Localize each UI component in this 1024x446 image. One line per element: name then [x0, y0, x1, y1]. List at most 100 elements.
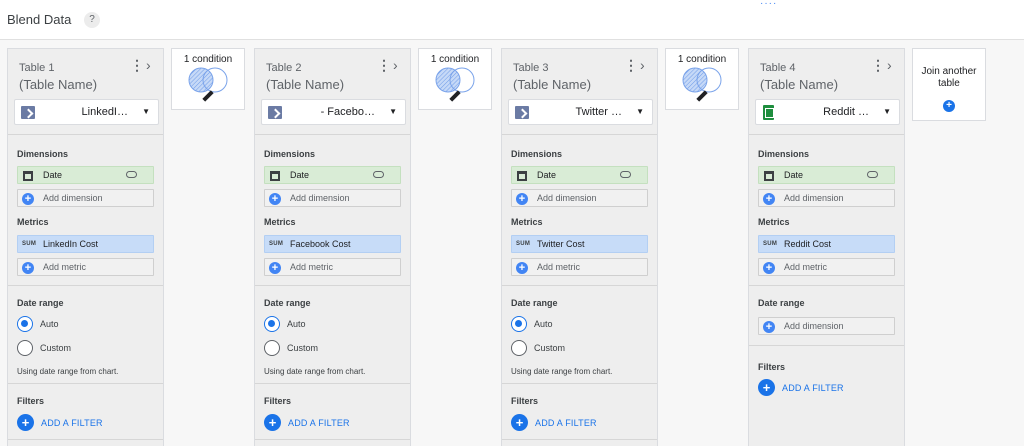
data-source-label: - Facebo… [320, 106, 375, 118]
table-title[interactable]: Table 4 [760, 61, 795, 75]
metric-chip[interactable]: SUM LinkedIn Cost [17, 235, 154, 253]
venn-diagram-icon [435, 67, 475, 93]
link-icon[interactable] [373, 171, 384, 178]
chevron-right-icon[interactable]: › [146, 57, 151, 73]
metric-chip[interactable]: SUM Facebook Cost [264, 235, 401, 253]
chevron-right-icon[interactable]: › [887, 57, 892, 73]
page-title: Blend Data [7, 12, 72, 27]
add-filter-button[interactable]: ADD A FILTER [288, 418, 350, 428]
add-filter-icon[interactable]: + [17, 414, 34, 431]
data-source-select[interactable]: Twitter … ▼ [508, 99, 653, 125]
link-icon[interactable] [620, 171, 631, 178]
filters-label: Filters [758, 362, 786, 372]
divider [255, 439, 410, 440]
join-another-table-button[interactable]: Join another table + [912, 48, 986, 121]
dimension-chip-date[interactable]: Date [17, 166, 154, 184]
add-metric-label: Add metric [537, 262, 581, 272]
radio-custom-label: Custom [287, 343, 319, 353]
chevron-right-icon[interactable]: › [640, 57, 645, 73]
join-condition-3[interactable]: 1 condition [665, 48, 739, 110]
dimension-chip-date[interactable]: Date [264, 166, 401, 184]
table-title[interactable]: Table 3 [513, 61, 548, 75]
data-source-select[interactable]: - Facebo… ▼ [261, 99, 406, 125]
dimension-chip-date[interactable]: Date [511, 166, 648, 184]
add-filter-icon[interactable]: + [264, 414, 281, 431]
radio-custom-label: Custom [534, 343, 566, 353]
add-dimension-button[interactable]: + Add dimension [511, 189, 648, 207]
radio-auto[interactable] [511, 316, 527, 332]
radio-custom[interactable] [264, 340, 280, 356]
data-source-select[interactable]: LinkedI… ▼ [14, 99, 159, 125]
data-source-label: Twitter … [575, 106, 622, 118]
add-dimension-button[interactable]: + Add dimension [758, 189, 895, 207]
more-vert-icon[interactable]: ⋮ [130, 58, 144, 72]
data-source-label: LinkedI… [81, 106, 128, 118]
table-panel-2: Table 2 (Table Name) ⋮ › - Facebo… ▼ Dim… [254, 48, 411, 446]
divider [502, 285, 657, 286]
table-name[interactable]: (Table Name) [19, 77, 97, 92]
table-title[interactable]: Table 1 [19, 61, 54, 75]
help-icon[interactable]: ? [84, 12, 100, 28]
radio-auto[interactable] [17, 316, 33, 332]
metrics-label: Metrics [511, 217, 543, 227]
radio-auto-label: Auto [534, 319, 553, 329]
add-filter-icon[interactable]: + [511, 414, 528, 431]
dimension-label: Date [537, 170, 557, 180]
add-filter-button[interactable]: ADD A FILTER [41, 418, 103, 428]
link-icon[interactable] [867, 171, 878, 178]
add-dimension-label: Add dimension [784, 321, 844, 331]
plus-icon: + [763, 193, 775, 205]
chevron-right-icon[interactable]: › [393, 57, 398, 73]
add-filter-button[interactable]: ADD A FILTER [782, 383, 844, 393]
table-name[interactable]: (Table Name) [760, 77, 838, 92]
join-condition-2[interactable]: 1 condition [418, 48, 492, 110]
add-date-range-dimension-button[interactable]: + Add dimension [758, 317, 895, 335]
add-metric-label: Add metric [290, 262, 334, 272]
table-panel-4: Table 4 (Table Name) ⋮ › Reddit … ▼ Dime… [748, 48, 905, 446]
metric-chip[interactable]: SUM Twitter Cost [511, 235, 648, 253]
dimensions-label: Dimensions [758, 149, 810, 159]
add-dimension-label: Add dimension [290, 193, 350, 203]
dimension-chip-date[interactable]: Date [758, 166, 895, 184]
more-vert-icon[interactable]: ⋮ [624, 58, 638, 72]
caret-down-icon: ▼ [389, 107, 397, 116]
metric-chip[interactable]: SUM Reddit Cost [758, 235, 895, 253]
radio-auto[interactable] [264, 316, 280, 332]
add-dimension-button[interactable]: + Add dimension [17, 189, 154, 207]
more-vert-icon[interactable]: ⋮ [871, 58, 885, 72]
dimension-label: Date [43, 170, 63, 180]
plus-icon: + [22, 262, 34, 274]
date-range-label: Date range [264, 298, 311, 308]
plus-icon[interactable]: + [943, 100, 955, 112]
date-range-label: Date range [511, 298, 558, 308]
more-vert-icon[interactable]: ⋮ [377, 58, 391, 72]
divider [749, 345, 904, 346]
dimensions-label: Dimensions [511, 149, 563, 159]
add-filter-icon[interactable]: + [758, 379, 775, 396]
add-metric-button[interactable]: + Add metric [264, 258, 401, 276]
add-metric-button[interactable]: + Add metric [511, 258, 648, 276]
add-filter-button[interactable]: ADD A FILTER [535, 418, 597, 428]
table-title[interactable]: Table 2 [266, 61, 301, 75]
radio-custom-label: Custom [40, 343, 72, 353]
sum-badge: SUM [269, 241, 284, 247]
link-icon[interactable] [126, 171, 137, 178]
filters-label: Filters [264, 396, 292, 406]
data-source-select[interactable]: Reddit … ▼ [755, 99, 900, 125]
sum-badge: SUM [22, 241, 37, 247]
dimensions-label: Dimensions [264, 149, 316, 159]
table-name[interactable]: (Table Name) [513, 77, 591, 92]
join-condition-1[interactable]: 1 condition [171, 48, 245, 110]
calendar-icon [23, 171, 33, 181]
add-dimension-button[interactable]: + Add dimension [264, 189, 401, 207]
radio-custom[interactable] [17, 340, 33, 356]
table-name[interactable]: (Table Name) [266, 77, 344, 92]
add-metric-button[interactable]: + Add metric [758, 258, 895, 276]
table-header: Table 2 (Table Name) ⋮ › - Facebo… ▼ [255, 49, 410, 134]
metrics-label: Metrics [758, 217, 790, 227]
divider [502, 383, 657, 384]
radio-custom[interactable] [511, 340, 527, 356]
divider [8, 134, 163, 135]
dimensions-label: Dimensions [17, 149, 69, 159]
add-metric-button[interactable]: + Add metric [17, 258, 154, 276]
